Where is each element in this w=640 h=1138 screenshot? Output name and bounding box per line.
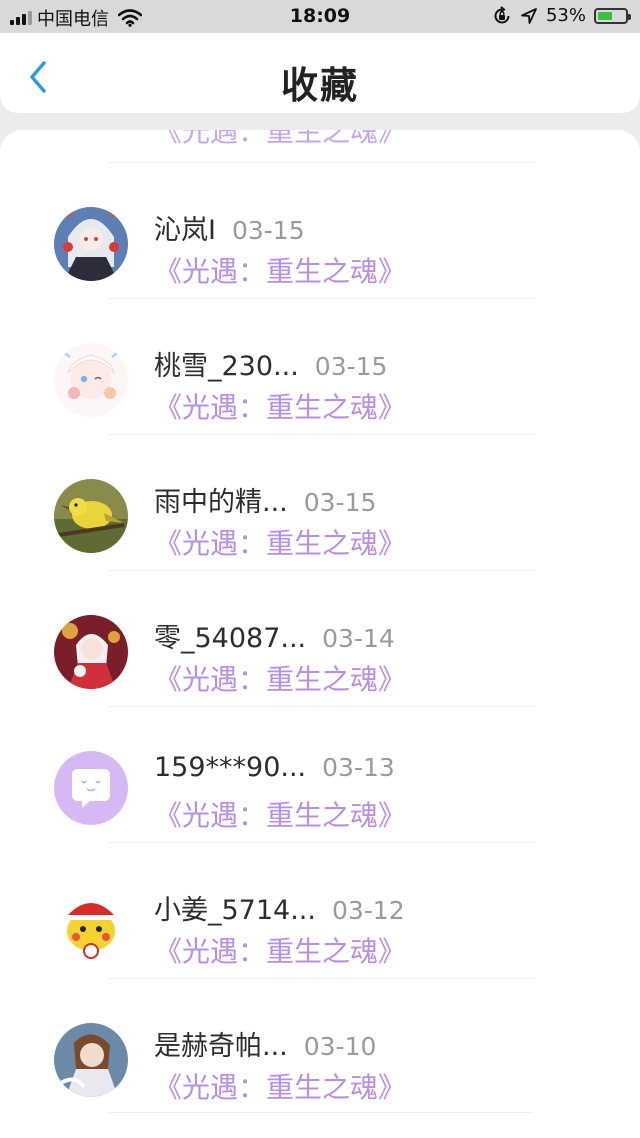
avatar: [54, 615, 128, 689]
lock-rotation-icon: [492, 5, 512, 26]
name-row: 159***90... 03-13: [154, 752, 395, 783]
game-title[interactable]: 《光遇：重生之魂》: [154, 930, 406, 970]
user-name: 桃雪_230...: [154, 351, 299, 382]
avatar: [54, 479, 128, 553]
name-row: 沁岚I 03-15: [154, 208, 305, 247]
name-row: 桃雪_230... 03-15: [154, 344, 387, 383]
name-row: 是赫奇帕... 03-10: [154, 1024, 376, 1063]
list-item[interactable]: 159***90... 03-13 《光遇：重生之魂》: [0, 714, 640, 850]
user-name: 小姜_5714...: [154, 895, 316, 926]
game-title[interactable]: 《光遇：重生之魂》: [154, 658, 406, 698]
list-item[interactable]: 沁岚I 03-15 《光遇：重生之魂》: [0, 170, 640, 306]
status-right: 53%: [492, 5, 631, 26]
divider: [108, 434, 533, 435]
date-label: 03-14: [322, 624, 395, 653]
nav-header: 收藏: [0, 33, 640, 113]
list-item[interactable]: 零_54087... 03-14 《光遇：重生之魂》: [0, 578, 640, 714]
divider: [108, 706, 533, 707]
user-name: 零_54087...: [154, 623, 307, 654]
date-label: 03-10: [303, 1032, 377, 1061]
avatar: [54, 887, 128, 961]
divider: [108, 570, 533, 571]
game-title[interactable]: 《光遇：重生之魂》: [154, 386, 406, 426]
name-row: 小姜_5714... 03-12: [154, 888, 405, 927]
avatar: [54, 1023, 128, 1097]
battery-icon: [594, 7, 631, 24]
game-title[interactable]: 《光遇：重生之魂》: [154, 522, 406, 562]
divider: [108, 298, 533, 299]
user-name: 159***90...: [154, 752, 307, 783]
user-name: 雨中的精...: [154, 487, 288, 518]
user-name: 沁岚I: [154, 215, 216, 246]
avatar: [54, 343, 128, 417]
divider: [108, 1112, 533, 1113]
date-label: 03-13: [322, 753, 395, 782]
battery-fill: [598, 11, 612, 20]
avatar: [54, 207, 128, 281]
date-label: 03-15: [314, 352, 388, 381]
game-title: 《光遇：重生之魂》: [154, 130, 407, 148]
name-row: 雨中的精... 03-15: [154, 480, 376, 519]
game-title[interactable]: 《光遇：重生之魂》: [154, 794, 406, 834]
divider: [108, 162, 533, 163]
date-label: 03-15: [303, 488, 377, 517]
list-item-partial[interactable]: 《光遇：重生之魂》: [0, 130, 640, 162]
name-row: 零_54087... 03-14: [154, 616, 395, 655]
game-title[interactable]: 《光遇：重生之魂》: [154, 1066, 406, 1106]
screen: 中国电信 18:09 53% 收藏 《光遇：重生之魂》 沁岚I 03-15 《光…: [0, 0, 640, 1138]
default-avatar-icon: [54, 751, 128, 825]
list-item[interactable]: 小姜_5714... 03-12 《光遇：重生之魂》: [0, 850, 640, 986]
divider: [108, 978, 533, 979]
list-item[interactable]: 是赫奇帕... 03-10 《光遇：重生之魂》: [0, 986, 640, 1122]
avatar: [54, 751, 128, 825]
user-name: 是赫奇帕...: [154, 1031, 288, 1062]
favorites-list: 《光遇：重生之魂》 沁岚I 03-15 《光遇：重生之魂》 桃雪_230... …: [0, 130, 640, 1138]
battery-percent: 53%: [545, 5, 586, 26]
divider: [108, 842, 533, 843]
list-item[interactable]: 桃雪_230... 03-15 《光遇：重生之魂》: [0, 306, 640, 442]
location-icon: [520, 7, 538, 25]
date-label: 03-12: [331, 896, 405, 925]
date-label: 03-15: [231, 216, 305, 245]
list-item[interactable]: 雨中的精... 03-15 《光遇：重生之魂》: [0, 442, 640, 578]
status-bar: 中国电信 18:09 53%: [0, 0, 640, 33]
game-title[interactable]: 《光遇：重生之魂》: [154, 250, 406, 290]
page-title: 收藏: [281, 64, 359, 107]
